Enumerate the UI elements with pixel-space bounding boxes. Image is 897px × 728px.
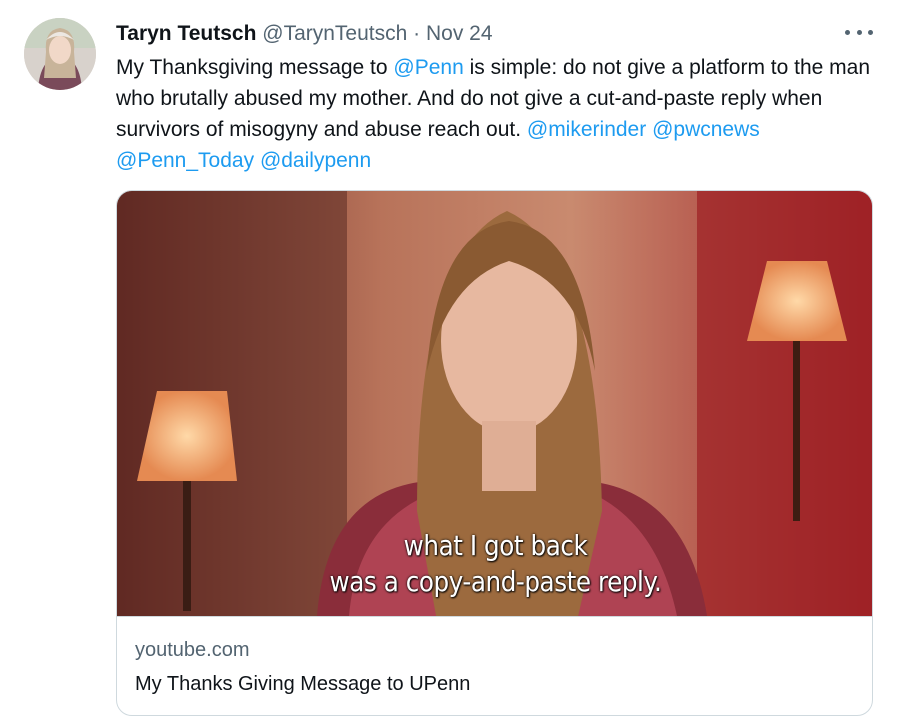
tweet-date[interactable]: Nov 24 bbox=[426, 22, 493, 45]
more-icon[interactable] bbox=[845, 22, 873, 42]
card-info[interactable]: youtube.com My Thanks Giving Message to … bbox=[117, 616, 872, 715]
tweet-header: Taryn Teutsch @TarynTeutsch · Nov 24 bbox=[116, 20, 877, 48]
mention-penn-today[interactable]: @Penn_Today bbox=[116, 149, 254, 172]
tweet-text: My Thanksgiving message to @Penn is simp… bbox=[116, 52, 876, 176]
video-caption-line-2: was a copy-and-paste reply. bbox=[329, 565, 662, 598]
mention-penn[interactable]: @Penn bbox=[393, 56, 463, 79]
video-caption-line-1: what I got back bbox=[403, 529, 588, 562]
mention-pwcnews[interactable]: @pwcnews bbox=[652, 118, 760, 141]
author-avatar[interactable] bbox=[24, 18, 96, 90]
card-title: My Thanks Giving Message to UPenn bbox=[135, 673, 471, 695]
card-domain: youtube.com bbox=[135, 639, 250, 661]
author-name[interactable]: Taryn Teutsch bbox=[116, 22, 256, 45]
separator-dot: · bbox=[413, 22, 421, 45]
mention-dailypenn[interactable]: @dailypenn bbox=[260, 149, 371, 172]
mention-mikerinder[interactable]: @mikerinder bbox=[527, 118, 646, 141]
text-part: My Thanksgiving message to bbox=[116, 56, 394, 79]
author-handle[interactable]: @TarynTeutsch bbox=[262, 22, 407, 45]
link-preview-card[interactable]: what I got back was a copy-and-paste rep… bbox=[116, 190, 873, 716]
tweet[interactable]: Taryn Teutsch @TarynTeutsch · Nov 24 My … bbox=[0, 0, 897, 728]
